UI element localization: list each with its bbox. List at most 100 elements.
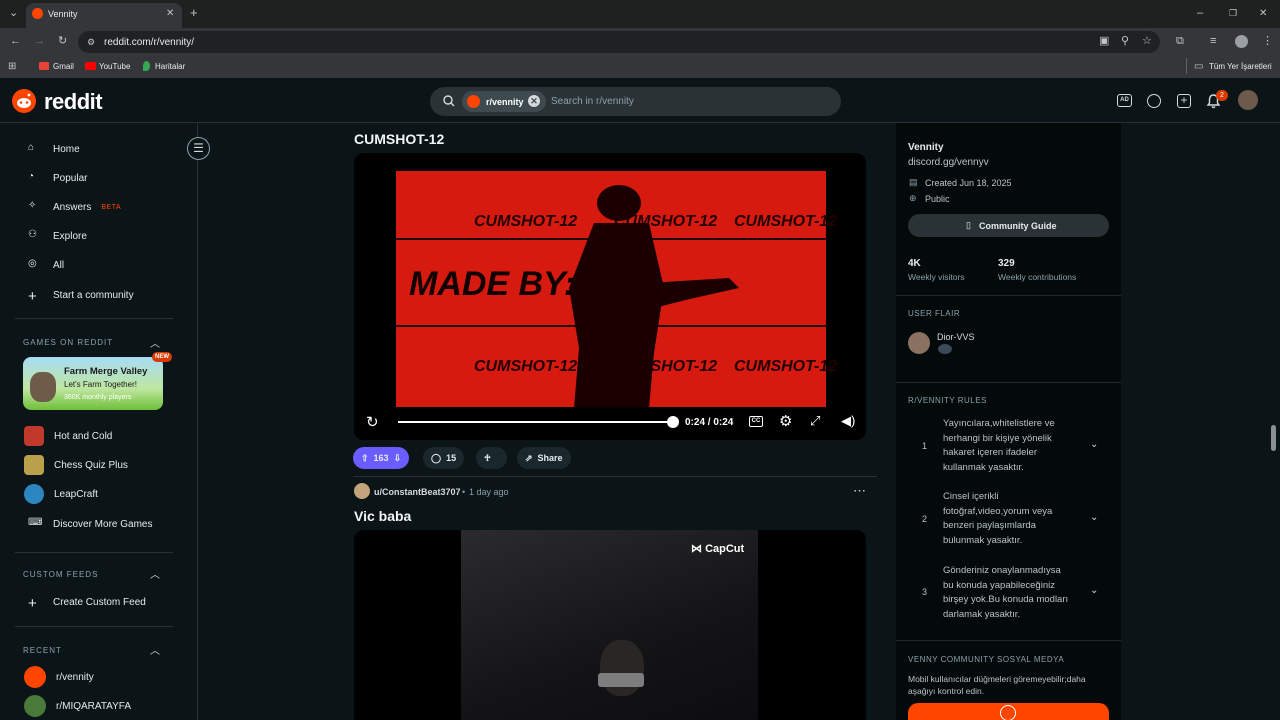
rule-expand-chevron-icon[interactable]: ⌄ xyxy=(1090,512,1098,523)
browser-menu-icon[interactable]: ⋮ xyxy=(1262,36,1273,47)
profile-avatar-icon[interactable] xyxy=(1235,35,1248,48)
downvote-icon[interactable]: ⇩ xyxy=(394,453,402,464)
game-chess-quiz-label: Chess Quiz Plus xyxy=(54,459,128,471)
rule-text[interactable]: Cinsel içerikli fotoğraf,video,yorum vey… xyxy=(943,490,1073,548)
game-hot-and-cold[interactable]: Hot and Cold xyxy=(24,426,112,446)
nav-answers-label: Answers xyxy=(53,201,92,213)
weekly-visitors-label: Weekly visitors xyxy=(908,272,965,282)
reload-icon[interactable]: ↻ xyxy=(58,36,67,47)
nav-explore[interactable]: ⚇ Explore xyxy=(28,227,87,245)
window-close-icon[interactable]: ✕ xyxy=(1259,8,1267,19)
share-label: Share xyxy=(537,453,563,463)
forward-icon[interactable]: → xyxy=(34,36,45,47)
award-button[interactable]: ♱ xyxy=(476,447,507,469)
collapse-sidebar-icon[interactable]: ☰ xyxy=(187,137,210,160)
install-app-icon[interactable]: ▣ xyxy=(1099,36,1109,47)
vote-button[interactable]: ⇧ 163 ⇩ xyxy=(353,447,410,469)
new-tab-button[interactable]: + xyxy=(190,6,198,19)
game-leapcraft-label: LeapCraft xyxy=(54,488,98,500)
share-button[interactable]: ⇗ Share xyxy=(517,447,571,469)
featured-game-title: Farm Merge Valley xyxy=(64,366,148,377)
captions-icon[interactable]: CC xyxy=(749,416,763,427)
gamepad-icon: ⌨ xyxy=(28,516,43,528)
game-chess-quiz-plus[interactable]: Chess Quiz Plus xyxy=(24,455,128,475)
globe-icon: ⊕ xyxy=(909,193,917,203)
search-chip-label: r/vennity xyxy=(486,97,524,107)
plus-icon: + xyxy=(28,594,37,612)
progress-track[interactable] xyxy=(398,421,673,423)
create-custom-feed[interactable]: + Create Custom Feed xyxy=(28,593,146,612)
chip-clear-icon[interactable]: ✕ xyxy=(528,95,540,107)
tab-list-chevron-icon[interactable]: ⌄ xyxy=(9,8,18,19)
globe-link-icon xyxy=(1000,705,1016,720)
bookmark-maps[interactable]: Haritalar xyxy=(155,62,185,71)
post-divider xyxy=(353,476,877,477)
zoom-icon[interactable]: ⚲ xyxy=(1121,36,1129,47)
reading-list-icon[interactable]: ≡ xyxy=(1210,36,1216,47)
nav-all[interactable]: ◎ All xyxy=(28,256,64,274)
bookmark-gmail[interactable]: Gmail xyxy=(53,62,74,71)
settings-gear-icon[interactable]: ⚙ xyxy=(779,412,792,430)
post-title[interactable]: CUMSHOT-12 xyxy=(354,131,444,147)
minimize-icon[interactable]: – xyxy=(1197,8,1203,19)
reddit-wordmark[interactable]: reddit xyxy=(44,89,103,115)
games-collapse-chevron-icon[interactable]: ︿ xyxy=(150,335,160,350)
video-player[interactable]: ⋈ CapCut xyxy=(354,530,866,720)
replay-icon[interactable]: ↻ xyxy=(366,413,379,431)
leapcraft-icon xyxy=(24,484,44,504)
omnibox[interactable] xyxy=(78,31,1160,53)
video-overlay-text: CUMSHOT-12 xyxy=(734,358,838,375)
video-player[interactable]: CUMSHOT-12 CUMSHOT-12 CUMSHOT-12 MADE BY… xyxy=(354,153,866,440)
rule-text[interactable]: Yayıncılara,whitelistlere ve herhangi bi… xyxy=(943,417,1073,475)
chat-icon[interactable] xyxy=(1147,94,1161,108)
custom-feeds-collapse-chevron-icon[interactable]: ︿ xyxy=(150,566,160,581)
video-time: 0:24 / 0:24 xyxy=(685,417,734,428)
miqaratayfa-community-icon xyxy=(24,695,46,717)
apps-grid-icon[interactable]: ⊞ xyxy=(8,61,16,72)
user-avatar[interactable] xyxy=(1238,90,1258,110)
rule-expand-chevron-icon[interactable]: ⌄ xyxy=(1090,585,1098,596)
rule-expand-chevron-icon[interactable]: ⌄ xyxy=(1090,439,1098,450)
back-icon[interactable]: ← xyxy=(10,36,21,47)
fullscreen-icon[interactable]: ⤢ xyxy=(810,413,820,429)
sidebar-divider xyxy=(15,626,173,627)
bookmark-star-icon[interactable]: ☆ xyxy=(1142,36,1152,47)
game-leapcraft[interactable]: LeapCraft xyxy=(24,484,98,504)
rule-text[interactable]: Gönderiniz onaylanmadıysa bu konuda yapa… xyxy=(943,564,1073,622)
tab-title: Vennity xyxy=(48,9,78,19)
all-bookmarks[interactable]: Tüm Yer İşaretleri xyxy=(1209,62,1272,71)
author-avatar[interactable] xyxy=(354,483,370,499)
post-author[interactable]: u/ConstantBeat3707 xyxy=(374,487,461,497)
tab-close-icon[interactable]: ✕ xyxy=(166,8,174,19)
post-separator-dot: • xyxy=(462,487,466,497)
upvote-icon[interactable]: ⇧ xyxy=(361,453,369,464)
volume-icon[interactable]: ◀) xyxy=(841,413,855,429)
hot-and-cold-icon xyxy=(24,426,44,446)
nav-answers[interactable]: ✧ Answers BETA xyxy=(28,198,121,216)
page-scrollbar[interactable] xyxy=(1271,425,1276,451)
tab-favicon-icon xyxy=(32,8,43,19)
nav-home[interactable]: ⌂ Home xyxy=(28,140,80,158)
bookmark-youtube[interactable]: YouTube xyxy=(99,62,130,71)
advertise-icon[interactable]: AD xyxy=(1117,94,1132,107)
restore-icon[interactable]: ❐ xyxy=(1229,8,1237,19)
create-post-icon[interactable]: + xyxy=(1177,94,1191,108)
post-overflow-menu-icon[interactable]: ⋯ xyxy=(853,483,866,499)
beta-badge: BETA xyxy=(101,203,122,211)
nav-popular[interactable]: ◔ Popular xyxy=(28,169,87,187)
extensions-icon[interactable]: ⧉ xyxy=(1176,36,1184,47)
recent-miqaratayfa[interactable]: r/MIQARATAYFA xyxy=(24,695,132,717)
nav-start-community[interactable]: + Start a community xyxy=(28,286,134,305)
comments-button[interactable]: ◯ 15 xyxy=(423,447,465,469)
reddit-logo-icon[interactable] xyxy=(12,89,36,113)
search-placeholder: Search in r/vennity xyxy=(551,96,634,107)
progress-handle[interactable] xyxy=(667,416,679,428)
site-info-icon[interactable]: ⚙ xyxy=(87,37,95,48)
url-text[interactable]: reddit.com/r/vennity/ xyxy=(104,37,194,48)
post-title[interactable]: Vic baba xyxy=(354,508,411,524)
recent-collapse-chevron-icon[interactable]: ︿ xyxy=(150,642,160,657)
recent-vennity[interactable]: r/vennity xyxy=(24,666,94,688)
search-icon xyxy=(443,95,455,107)
recent-miqaratayfa-label: r/MIQARATAYFA xyxy=(56,700,132,712)
discover-more-games[interactable]: ⌨ Discover More Games xyxy=(28,515,152,533)
